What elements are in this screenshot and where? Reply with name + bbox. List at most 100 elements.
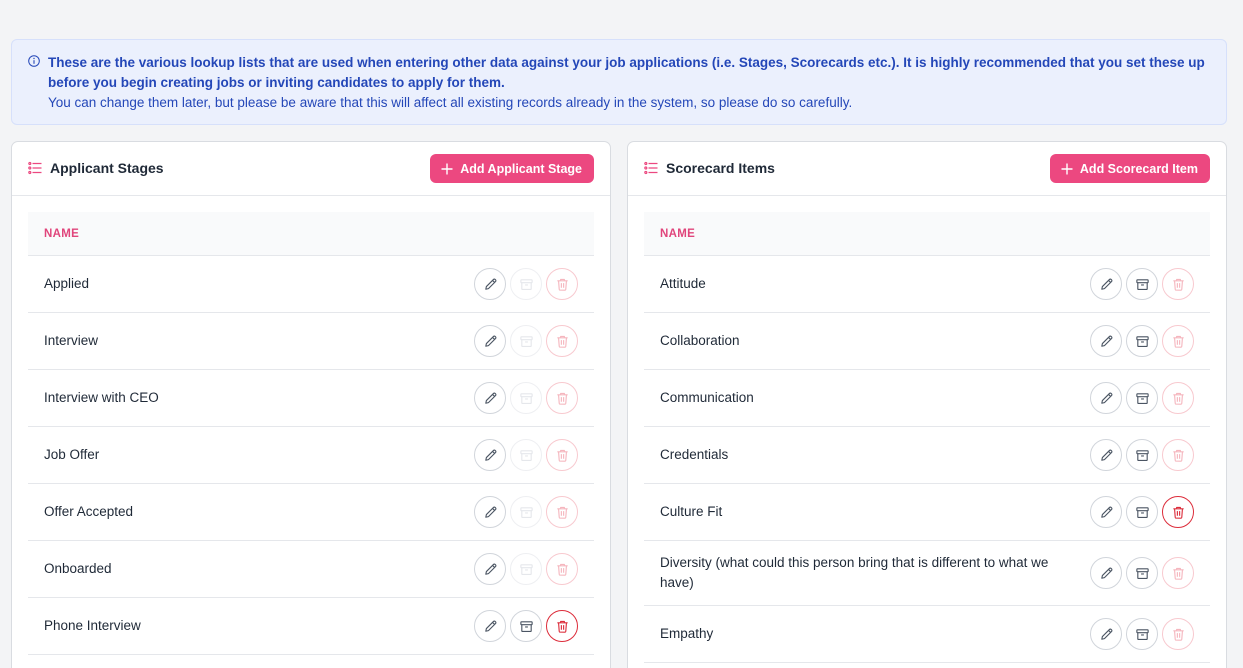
archive-icon xyxy=(519,392,533,404)
trash-icon xyxy=(1172,567,1184,580)
card-header: Scorecard Items Add Scorecard Item xyxy=(628,142,1226,196)
edit-button[interactable] xyxy=(1090,325,1122,357)
archive-button xyxy=(510,553,542,585)
archive-button[interactable] xyxy=(1126,268,1158,300)
pencil-icon xyxy=(484,563,496,575)
edit-button[interactable] xyxy=(474,439,506,471)
table-row: Communication xyxy=(644,370,1210,427)
archive-button xyxy=(510,439,542,471)
archive-button xyxy=(510,496,542,528)
row-actions xyxy=(1090,382,1194,414)
archive-button[interactable] xyxy=(510,610,542,642)
table-row: Attitude xyxy=(644,256,1210,313)
table-row: Phone Interview xyxy=(28,598,594,655)
edit-button[interactable] xyxy=(474,268,506,300)
archive-button xyxy=(510,268,542,300)
archive-button[interactable] xyxy=(1126,439,1158,471)
add-applicant-stage-button[interactable]: Add Applicant Stage xyxy=(430,154,594,183)
trash-icon xyxy=(556,506,568,519)
row-actions xyxy=(474,268,578,300)
archive-icon xyxy=(519,620,533,632)
plus-icon xyxy=(441,163,453,174)
trash-icon xyxy=(1172,392,1184,405)
edit-button[interactable] xyxy=(1090,618,1122,650)
archive-icon xyxy=(519,506,533,518)
delete-button xyxy=(546,382,578,414)
delete-button xyxy=(1162,382,1194,414)
edit-button[interactable] xyxy=(474,382,506,414)
info-icon xyxy=(28,55,40,67)
archive-button xyxy=(510,382,542,414)
applicant-stages-card: Applicant Stages Add Applicant Stage NAM… xyxy=(11,141,611,668)
add-scorecard-item-button[interactable]: Add Scorecard Item xyxy=(1049,154,1210,183)
edit-button[interactable] xyxy=(1090,557,1122,589)
row-name: Interview with CEO xyxy=(44,390,159,405)
row-name: Diversity (what could this person bring … xyxy=(660,555,1049,590)
info-banner: These are the various lookup lists that … xyxy=(11,39,1227,125)
row-actions xyxy=(474,325,578,357)
card-header: Applicant Stages Add Applicant Stage xyxy=(12,142,610,196)
trash-icon xyxy=(556,563,568,576)
edit-button[interactable] xyxy=(1090,496,1122,528)
delete-button xyxy=(546,439,578,471)
archive-button[interactable] xyxy=(1126,496,1158,528)
row-actions xyxy=(1090,325,1194,357)
pencil-icon xyxy=(1100,449,1112,461)
delete-button xyxy=(546,325,578,357)
archive-button[interactable] xyxy=(1126,618,1158,650)
delete-button[interactable] xyxy=(1162,496,1194,528)
column-header-name[interactable]: NAME xyxy=(28,212,594,256)
archive-button[interactable] xyxy=(1126,325,1158,357)
archive-icon xyxy=(1135,449,1149,461)
row-name: Offer Accepted xyxy=(44,504,134,519)
trash-icon xyxy=(1172,628,1184,641)
table-row: Onboarded xyxy=(28,541,594,598)
row-name: Credentials xyxy=(660,447,729,462)
row-name: Interview xyxy=(44,333,99,348)
pencil-icon xyxy=(484,620,496,632)
plus-icon xyxy=(1061,163,1073,174)
edit-button[interactable] xyxy=(1090,268,1122,300)
delete-button[interactable] xyxy=(546,610,578,642)
edit-button[interactable] xyxy=(1090,382,1122,414)
edit-button[interactable] xyxy=(474,610,506,642)
archive-icon xyxy=(519,563,533,575)
edit-button[interactable] xyxy=(1090,439,1122,471)
archive-icon xyxy=(519,335,533,347)
delete-button xyxy=(546,553,578,585)
table-row: Diversity (what could this person bring … xyxy=(644,541,1210,606)
archive-icon xyxy=(519,278,533,290)
pencil-icon xyxy=(1100,335,1112,347)
edit-button[interactable] xyxy=(474,496,506,528)
archive-button[interactable] xyxy=(1126,557,1158,589)
trash-icon xyxy=(556,620,568,633)
pencil-icon xyxy=(1100,567,1112,579)
edit-button[interactable] xyxy=(474,553,506,585)
row-name: Attitude xyxy=(660,276,706,291)
pencil-icon xyxy=(1100,278,1112,290)
table-body: Applied Interview Interview with CEO Job Of… xyxy=(28,256,594,655)
edit-button[interactable] xyxy=(474,325,506,357)
table-row: Empathy xyxy=(644,606,1210,663)
table-row: Offer Accepted xyxy=(28,484,594,541)
trash-icon xyxy=(1172,335,1184,348)
archive-button[interactable] xyxy=(1126,382,1158,414)
card-title: Scorecard Items xyxy=(666,160,775,176)
row-actions xyxy=(474,496,578,528)
table-row: Credentials xyxy=(644,427,1210,484)
table-row: Interview with CEO xyxy=(28,370,594,427)
trash-icon xyxy=(1172,449,1184,462)
delete-button xyxy=(1162,557,1194,589)
pencil-icon xyxy=(484,449,496,461)
delete-button xyxy=(1162,325,1194,357)
archive-icon xyxy=(1135,392,1149,404)
row-actions xyxy=(474,610,578,642)
row-name: Phone Interview xyxy=(44,618,141,633)
archive-icon xyxy=(1135,567,1149,579)
row-actions xyxy=(1090,618,1194,650)
trash-icon xyxy=(556,335,568,348)
delete-button xyxy=(1162,439,1194,471)
archive-icon xyxy=(519,449,533,461)
pencil-icon xyxy=(484,506,496,518)
column-header-name[interactable]: NAME xyxy=(644,212,1210,256)
